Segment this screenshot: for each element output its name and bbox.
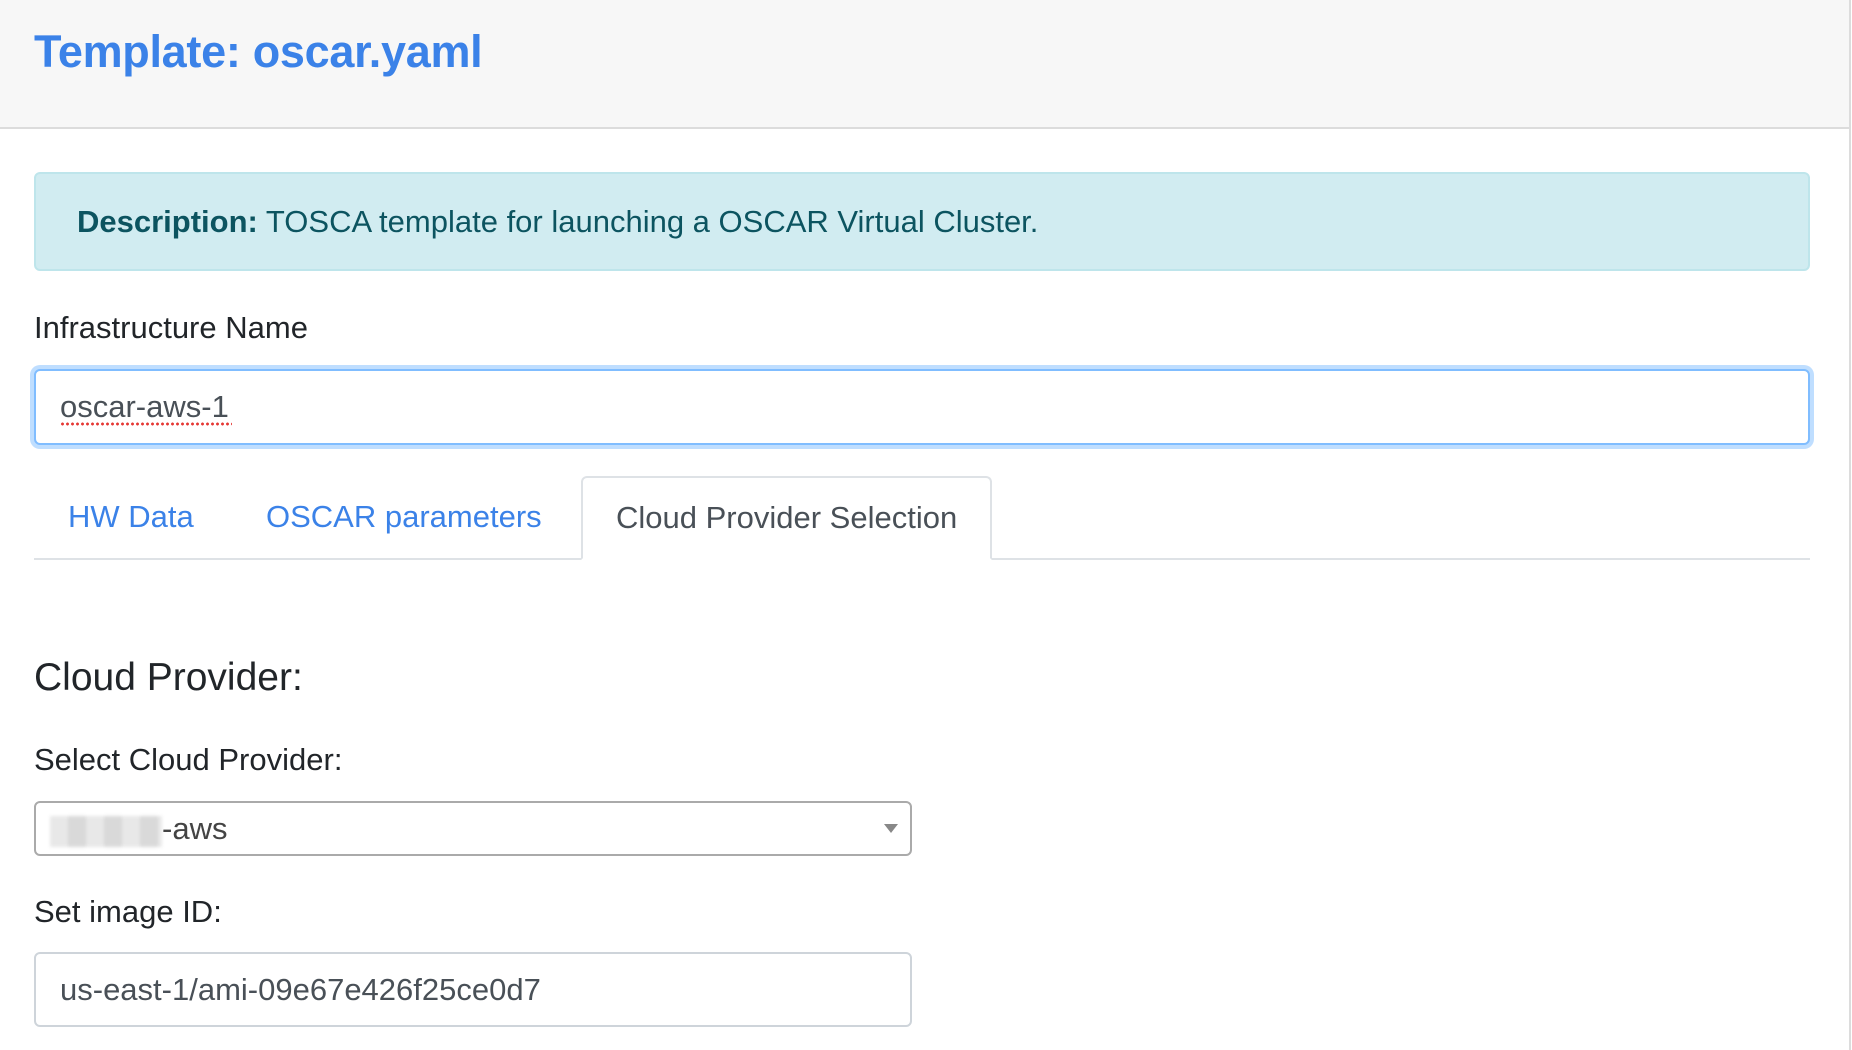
description-alert: Description: TOSCA template for launchin… [34,172,1810,271]
cloud-provider-selected-value: -aws [162,811,228,846]
infrastructure-name-input[interactable] [34,369,1810,445]
tab-bar: HW Data OSCAR parameters Cloud Provider … [34,476,1810,560]
tab-oscar-parameters[interactable]: OSCAR parameters [266,476,542,558]
card-border [1849,129,1851,1050]
description-text: TOSCA template for launching a OSCAR Vir… [265,204,1039,239]
template-page: Template: oscar.yaml Description: TOSCA … [0,0,1852,1050]
redacted-text [50,816,162,847]
description-label: Description: [77,204,258,239]
cloud-provider-heading: Cloud Provider: [34,656,303,699]
chevron-down-icon [884,824,898,833]
image-id-input[interactable] [34,952,912,1027]
tab-cloud-provider-selection[interactable]: Cloud Provider Selection [581,476,993,560]
select-cloud-provider-label: Select Cloud Provider: [34,742,343,777]
tab-hw-data[interactable]: HW Data [68,476,194,558]
card-header: Template: oscar.yaml [0,0,1851,129]
image-id-label: Set image ID: [34,894,222,929]
spellcheck-underline [60,422,232,426]
infrastructure-name-label: Infrastructure Name [34,310,308,345]
page-title: Template: oscar.yaml [34,26,483,77]
cloud-provider-select[interactable]: -aws [34,801,912,856]
